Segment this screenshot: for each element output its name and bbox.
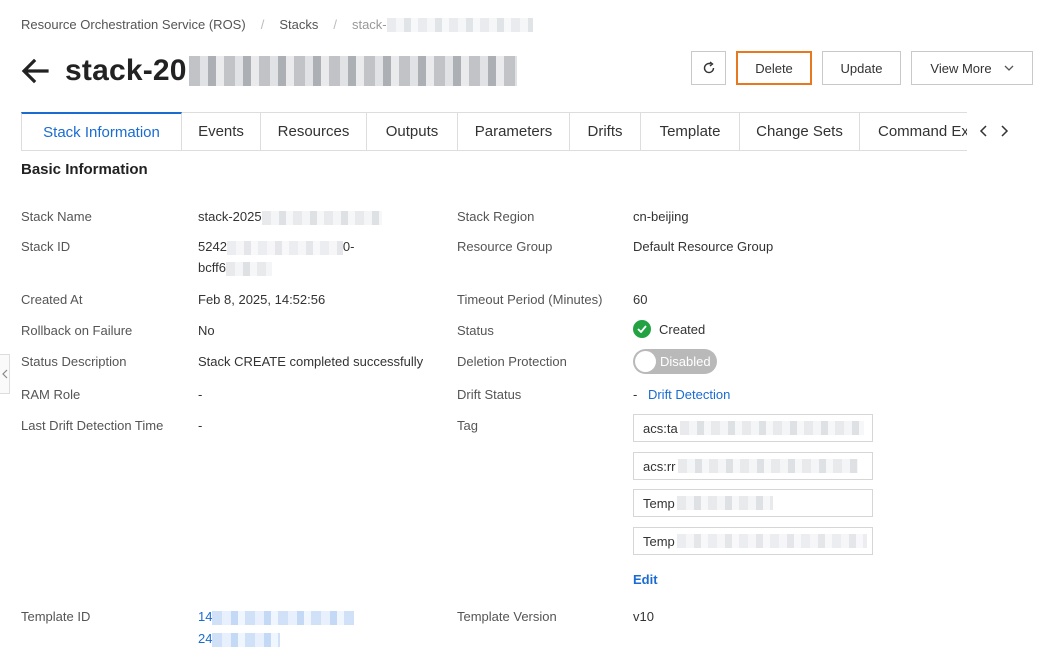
page-header: stack-20	[20, 54, 517, 88]
breadcrumb-stacks[interactable]: Stacks	[279, 17, 318, 32]
label-created-at: Created At	[21, 292, 83, 307]
redacted-text	[261, 210, 382, 225]
redacted-text	[225, 261, 272, 276]
toggle-knob	[635, 351, 656, 372]
label-stack-name: Stack Name	[21, 209, 92, 224]
label-status: Status	[457, 323, 494, 338]
view-more-label: View More	[930, 60, 992, 76]
template-id-text-2: 24	[198, 631, 213, 646]
chevron-left-icon[interactable]	[976, 118, 990, 144]
value-rollback: No	[198, 323, 215, 338]
value-template-id-line1[interactable]: 14	[198, 609, 355, 625]
tab-stack-information[interactable]: Stack Information	[21, 112, 182, 150]
tag-text: acs:rr	[643, 458, 676, 474]
breadcrumb: Resource Orchestration Service (ROS) / S…	[21, 17, 533, 32]
drift-detection-link[interactable]: Drift Detection	[648, 387, 730, 402]
stack-id-text-2: bcff6	[198, 260, 226, 275]
label-tag: Tag	[457, 418, 478, 433]
value-resource-group: Default Resource Group	[633, 239, 774, 254]
update-button[interactable]: Update	[822, 51, 901, 85]
drift-status-text: -	[633, 387, 638, 402]
redacted-text	[676, 496, 773, 510]
redacted-text	[679, 421, 864, 435]
tab-parameters[interactable]: Parameters	[458, 112, 570, 150]
value-template-version: v10	[633, 609, 654, 624]
label-drift-status: Drift Status	[457, 387, 522, 402]
refresh-icon	[703, 61, 714, 74]
value-created-at: Feb 8, 2025, 14:52:56	[198, 292, 326, 307]
redacted-text	[677, 459, 858, 473]
breadcrumb-separator: /	[260, 17, 265, 32]
edit-tags-link[interactable]: Edit	[633, 572, 658, 587]
value-status-description: Stack CREATE completed successfully	[198, 354, 424, 369]
label-ram-role: RAM Role	[21, 387, 81, 402]
tab-outputs[interactable]: Outputs	[367, 112, 458, 150]
refresh-button[interactable]	[691, 51, 726, 85]
label-timeout: Timeout Period (Minutes)	[457, 292, 603, 307]
check-circle-icon	[633, 320, 651, 338]
stack-name-text: stack-2025	[198, 209, 262, 224]
redacted-text	[212, 610, 355, 625]
tab-scroll-controls	[976, 118, 1012, 144]
arrow-left-icon[interactable]	[20, 56, 50, 86]
tab-resources[interactable]: Resources	[261, 112, 367, 150]
redacted-text	[386, 17, 533, 32]
breadcrumb-current: stack-	[351, 17, 387, 32]
tab-events[interactable]: Events	[182, 112, 261, 150]
delete-button[interactable]: Delete	[736, 51, 812, 85]
toolbar: Delete Update View More	[691, 51, 1033, 85]
stack-id-text: 5242	[198, 239, 227, 254]
tag-text: Temp	[643, 495, 675, 511]
label-resource-group: Resource Group	[457, 239, 553, 254]
tag-text: Temp	[643, 533, 675, 549]
tag-item: Temp	[633, 489, 873, 517]
stack-id-suffix: 0-	[342, 239, 355, 254]
toggle-label: Disabled	[660, 354, 711, 369]
value-stack-region: cn-beijing	[633, 209, 689, 224]
tab-change-sets[interactable]: Change Sets	[740, 112, 860, 150]
redacted-text	[212, 632, 281, 647]
breadcrumb-ros[interactable]: Resource Orchestration Service (ROS)	[21, 17, 246, 32]
redacted-text	[226, 240, 343, 255]
value-ram-role: -	[198, 387, 203, 402]
deletion-protection-toggle[interactable]: Disabled	[633, 349, 717, 374]
label-status-description: Status Description	[21, 354, 127, 369]
redacted-text	[676, 534, 867, 548]
status-badge: Created	[633, 320, 705, 338]
template-id-text: 14	[198, 609, 213, 624]
section-title: Basic Information	[21, 161, 148, 178]
status-text: Created	[659, 321, 706, 337]
label-rollback: Rollback on Failure	[21, 323, 133, 338]
chevron-left-icon	[1, 369, 7, 379]
breadcrumb-separator: /	[333, 17, 337, 32]
value-stack-name: stack-2025	[198, 209, 382, 225]
tab-template[interactable]: Template	[641, 112, 740, 150]
tab-command-execution[interactable]: Command Ex	[860, 112, 967, 150]
label-template-version: Template Version	[457, 609, 557, 624]
tag-item: Temp	[633, 527, 873, 555]
redacted-title	[188, 56, 517, 86]
label-template-id: Template ID	[21, 609, 91, 624]
tag-item: acs:rr	[633, 452, 873, 480]
tag-text: acs:ta	[643, 420, 678, 436]
label-deletion-protection: Deletion Protection	[457, 354, 567, 369]
label-stack-region: Stack Region	[457, 209, 535, 224]
page-title: stack-20	[65, 54, 187, 87]
value-last-drift-detection: -	[198, 418, 203, 433]
value-drift-status: - Drift Detection	[633, 387, 730, 402]
sidebar-collapse-handle[interactable]	[0, 354, 10, 394]
tag-item: acs:ta	[633, 414, 873, 442]
value-stack-id-line2: bcff6	[198, 260, 272, 276]
value-template-id-line2[interactable]: 24	[198, 631, 281, 647]
tab-drifts[interactable]: Drifts	[570, 112, 641, 150]
label-last-drift-detection: Last Drift Detection Time	[21, 418, 164, 433]
chevron-down-icon	[1004, 65, 1014, 71]
value-stack-id-line1: 5242 0-	[198, 239, 354, 255]
tab-bar: Stack Information Events Resources Outpu…	[21, 112, 967, 151]
chevron-right-icon[interactable]	[998, 118, 1012, 144]
label-stack-id: Stack ID	[21, 239, 71, 254]
view-more-button[interactable]: View More	[911, 51, 1033, 85]
value-timeout: 60	[633, 292, 648, 307]
